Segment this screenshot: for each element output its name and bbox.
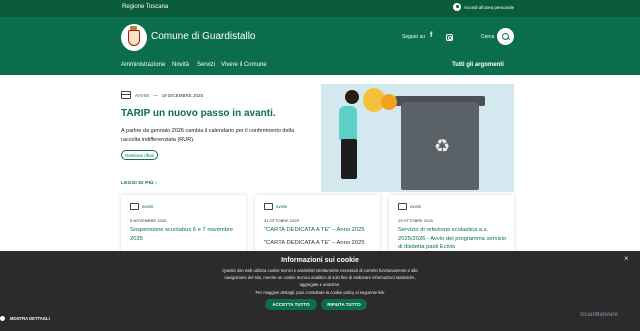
calendar-icon bbox=[398, 203, 407, 210]
featured-meta: AVVISI — 19 DICEMBRE 2025 bbox=[121, 91, 203, 99]
card-title[interactable]: Servizio di refezione scolastica a.s. 20… bbox=[398, 226, 508, 252]
instagram-icon[interactable] bbox=[446, 34, 453, 41]
user-icon bbox=[453, 3, 461, 11]
cookie-text: Questo sito web utilizza cookie tecnici … bbox=[215, 267, 425, 296]
follow-label: Seguici su bbox=[402, 34, 426, 40]
news-card[interactable]: avvisi 31 OTTOBRE 2025 "CARTA DEDICATA A… bbox=[255, 195, 380, 255]
arrow-right-icon: › bbox=[155, 181, 158, 186]
municipality-logo[interactable] bbox=[121, 24, 147, 51]
show-details-label: MOSTRA DETTAGLI bbox=[10, 316, 50, 321]
read-more-label: LEGGI DI PIÙ bbox=[121, 181, 154, 186]
news-card[interactable]: avvisi 5 NOVEMBRE 2025 Sospensione scuol… bbox=[121, 195, 246, 255]
card-date: 31 OTTOBRE 2025 bbox=[264, 218, 299, 223]
gear-icon bbox=[0, 316, 5, 322]
nav-vivere-il-comune[interactable]: Vivere il Comune bbox=[221, 62, 267, 68]
featured-text: A partire da gennaio 2026 cambia il cale… bbox=[121, 128, 295, 143]
person-body bbox=[339, 106, 357, 140]
nav-novita[interactable]: Novità bbox=[172, 62, 189, 68]
read-more-link[interactable]: LEGGI DI PIÙ › bbox=[121, 181, 157, 186]
login-link[interactable]: Accedi all'area personale bbox=[453, 3, 514, 11]
meta-separator: — bbox=[153, 92, 158, 98]
cookie-title: Informazioni sui cookie bbox=[281, 257, 359, 264]
card-date: 5 NOVEMBRE 2025 bbox=[130, 218, 167, 223]
nav-amministrazione[interactable]: Amministrazione bbox=[121, 62, 165, 68]
calendar-icon bbox=[121, 91, 131, 99]
featured-date: 19 DICEMBRE 2025 bbox=[161, 92, 203, 98]
cookie-policy-link[interactable]: Per maggiori dettagli, puoi consultare l… bbox=[215, 289, 425, 296]
search-button[interactable] bbox=[497, 28, 514, 45]
card-description: "CARTA DEDICATA A TE" – Anno 2025 bbox=[264, 240, 365, 246]
site-header: Comune di Guardistallo Seguici su f Cerc… bbox=[0, 17, 640, 75]
nav-servizi[interactable]: Servizi bbox=[197, 62, 215, 68]
accept-all-button[interactable]: ACCETTA TUTTO bbox=[265, 299, 317, 310]
site-title[interactable]: Comune di Guardistallo bbox=[151, 31, 256, 42]
reject-all-button[interactable]: RIFIUTA TUTTO bbox=[321, 299, 367, 310]
watermark: ScanMalware bbox=[580, 312, 619, 318]
person-legs bbox=[341, 139, 357, 179]
card-category[interactable]: avvisi bbox=[142, 204, 153, 209]
crest-icon bbox=[128, 25, 140, 46]
calendar-icon bbox=[130, 203, 139, 210]
news-card[interactable]: avvisi 29 OTTOBRE 2025 Servizio di refez… bbox=[389, 195, 514, 255]
region-link[interactable]: Regione Toscana bbox=[122, 4, 168, 10]
show-details-toggle[interactable]: MOSTRA DETTAGLI bbox=[0, 316, 640, 322]
top-bar: Regione Toscana Accedi all'area personal… bbox=[0, 0, 640, 17]
login-label: Accedi all'area personale bbox=[464, 4, 515, 10]
recycle-icon: ♻ bbox=[434, 136, 451, 156]
card-title[interactable]: Sospensione scuolabus 6 e 7 novembre 202… bbox=[130, 226, 240, 243]
cookie-description: Questo sito web utilizza cookie tecnici … bbox=[222, 268, 418, 288]
trash-bag-2 bbox=[381, 94, 397, 110]
nav-all-topics[interactable]: Tutti gli argomenti bbox=[452, 62, 504, 68]
featured-category[interactable]: AVVISI bbox=[135, 93, 149, 98]
person-head bbox=[345, 90, 359, 104]
card-date: 29 OTTOBRE 2025 bbox=[398, 218, 433, 223]
featured-title[interactable]: TARIP un nuovo passo in avanti. bbox=[121, 108, 276, 119]
search-label: Cerca bbox=[481, 34, 495, 40]
card-category[interactable]: avvisi bbox=[276, 204, 287, 209]
featured-image: ♻ bbox=[321, 84, 514, 192]
card-category[interactable]: avvisi bbox=[410, 204, 421, 209]
topic-tag[interactable]: Gestione rifiuti bbox=[121, 150, 158, 160]
card-title[interactable]: "CARTA DEDICATA A TE" – Anno 2025 bbox=[264, 226, 374, 235]
facebook-icon[interactable]: f bbox=[430, 32, 432, 39]
calendar-icon bbox=[264, 203, 273, 210]
